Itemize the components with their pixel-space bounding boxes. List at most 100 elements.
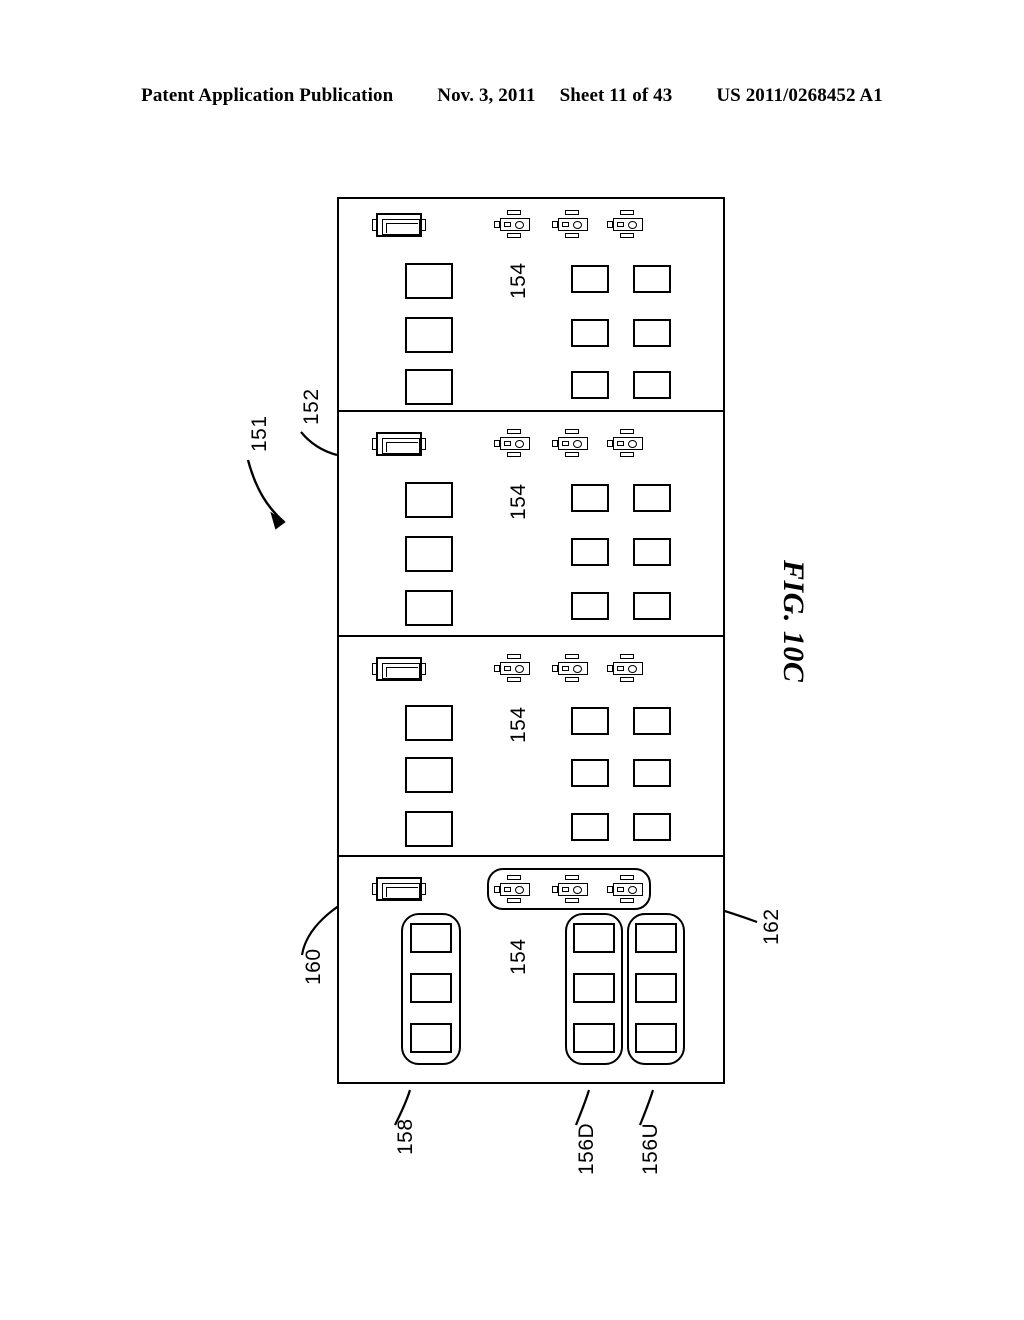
connector-icon[interactable] bbox=[607, 653, 645, 683]
refnum-158: 158 bbox=[394, 1118, 417, 1155]
connector-icon[interactable] bbox=[552, 428, 590, 458]
slot-box[interactable] bbox=[571, 538, 609, 566]
slot-box[interactable] bbox=[410, 973, 452, 1003]
module-inner bbox=[382, 883, 420, 899]
connector-square bbox=[504, 666, 511, 671]
leader-156d bbox=[574, 1089, 591, 1126]
slot-box[interactable] bbox=[405, 811, 453, 847]
connector-circle bbox=[628, 664, 637, 673]
slot-box[interactable] bbox=[571, 265, 609, 293]
publication-date: Nov. 3, 2011 bbox=[437, 85, 536, 106]
slot-box[interactable] bbox=[573, 1023, 615, 1053]
panel-2[interactable]: 154 bbox=[339, 410, 723, 635]
slot-box[interactable] bbox=[571, 813, 609, 841]
refnum-152: 152 bbox=[300, 388, 323, 425]
connector-icon[interactable] bbox=[494, 209, 532, 239]
slot-box[interactable] bbox=[405, 263, 453, 299]
slot-box[interactable] bbox=[571, 319, 609, 347]
connector-top-tab bbox=[620, 654, 634, 659]
connector-icon[interactable] bbox=[607, 428, 645, 458]
module-icon[interactable] bbox=[372, 877, 426, 901]
module-body bbox=[376, 213, 422, 237]
module-icon[interactable] bbox=[372, 432, 426, 456]
module-body bbox=[376, 877, 422, 901]
slot-box[interactable] bbox=[405, 757, 453, 793]
connector-square bbox=[562, 222, 569, 227]
module-core bbox=[386, 442, 418, 452]
module-core bbox=[386, 887, 418, 897]
connector-icon[interactable] bbox=[494, 653, 532, 683]
connector-bottom-tab bbox=[507, 677, 521, 682]
slot-box[interactable] bbox=[633, 592, 671, 620]
connector-top-tab bbox=[565, 875, 579, 880]
slot-box[interactable] bbox=[633, 265, 671, 293]
connector-top-tab bbox=[620, 210, 634, 215]
module-icon[interactable] bbox=[372, 213, 426, 237]
slot-box[interactable] bbox=[405, 369, 453, 405]
connector-square bbox=[617, 441, 624, 446]
refnum-154-panel-2: 154 bbox=[507, 483, 530, 520]
refnum-154-panel-1: 154 bbox=[507, 262, 530, 299]
refnum-162: 162 bbox=[760, 908, 783, 945]
slot-box[interactable] bbox=[410, 923, 452, 953]
panel-4[interactable]: 154 bbox=[339, 855, 723, 1086]
connector-bottom-tab bbox=[507, 233, 521, 238]
connector-top-tab bbox=[565, 210, 579, 215]
slot-box[interactable] bbox=[571, 707, 609, 735]
slot-box[interactable] bbox=[635, 1023, 677, 1053]
panel-3[interactable]: 154 bbox=[339, 635, 723, 855]
refnum-151: 151 bbox=[248, 415, 271, 452]
connector-circle bbox=[628, 439, 637, 448]
connector-circle bbox=[628, 220, 637, 229]
slot-box[interactable] bbox=[633, 538, 671, 566]
connector-icon[interactable] bbox=[494, 874, 532, 904]
refnum-156d: 156D bbox=[575, 1122, 598, 1175]
connector-bottom-tab bbox=[620, 233, 634, 238]
module-body bbox=[376, 657, 422, 681]
connector-square bbox=[504, 222, 511, 227]
slot-box[interactable] bbox=[405, 705, 453, 741]
connector-icon[interactable] bbox=[494, 428, 532, 458]
slot-box[interactable] bbox=[633, 707, 671, 735]
slot-box[interactable] bbox=[410, 1023, 452, 1053]
publication-header: Patent Application Publication Nov. 3, 2… bbox=[0, 85, 1024, 111]
connector-icon[interactable] bbox=[607, 209, 645, 239]
connector-circle bbox=[515, 220, 524, 229]
connector-bottom-tab bbox=[620, 452, 634, 457]
connector-icon[interactable] bbox=[552, 209, 590, 239]
connector-circle bbox=[573, 220, 582, 229]
connector-circle bbox=[573, 664, 582, 673]
slot-box[interactable] bbox=[405, 482, 453, 518]
slot-box[interactable] bbox=[633, 759, 671, 787]
leader-156u bbox=[638, 1089, 655, 1126]
slot-box[interactable] bbox=[573, 973, 615, 1003]
slot-box[interactable] bbox=[571, 484, 609, 512]
slot-box[interactable] bbox=[573, 923, 615, 953]
leader-152 bbox=[300, 431, 338, 457]
slot-box[interactable] bbox=[633, 371, 671, 399]
figure-label: FIG. 10C bbox=[777, 560, 810, 683]
module-icon[interactable] bbox=[372, 657, 426, 681]
slot-box[interactable] bbox=[633, 813, 671, 841]
slot-box[interactable] bbox=[571, 759, 609, 787]
connector-circle bbox=[515, 885, 524, 894]
slot-box[interactable] bbox=[571, 592, 609, 620]
refnum-160: 160 bbox=[302, 948, 325, 985]
slot-box[interactable] bbox=[635, 923, 677, 953]
slot-box[interactable] bbox=[633, 484, 671, 512]
slot-box[interactable] bbox=[405, 536, 453, 572]
panel-1[interactable]: 154 bbox=[339, 199, 723, 410]
slot-box[interactable] bbox=[405, 317, 453, 353]
connector-square bbox=[617, 666, 624, 671]
slot-box[interactable] bbox=[633, 319, 671, 347]
connector-icon[interactable] bbox=[552, 653, 590, 683]
connector-square bbox=[562, 666, 569, 671]
slot-box[interactable] bbox=[571, 371, 609, 399]
leader-151 bbox=[246, 459, 285, 523]
connector-icon[interactable] bbox=[552, 874, 590, 904]
slot-box[interactable] bbox=[405, 590, 453, 626]
connector-icon[interactable] bbox=[607, 874, 645, 904]
connector-bottom-tab bbox=[620, 898, 634, 903]
connector-top-tab bbox=[507, 654, 521, 659]
slot-box[interactable] bbox=[635, 973, 677, 1003]
